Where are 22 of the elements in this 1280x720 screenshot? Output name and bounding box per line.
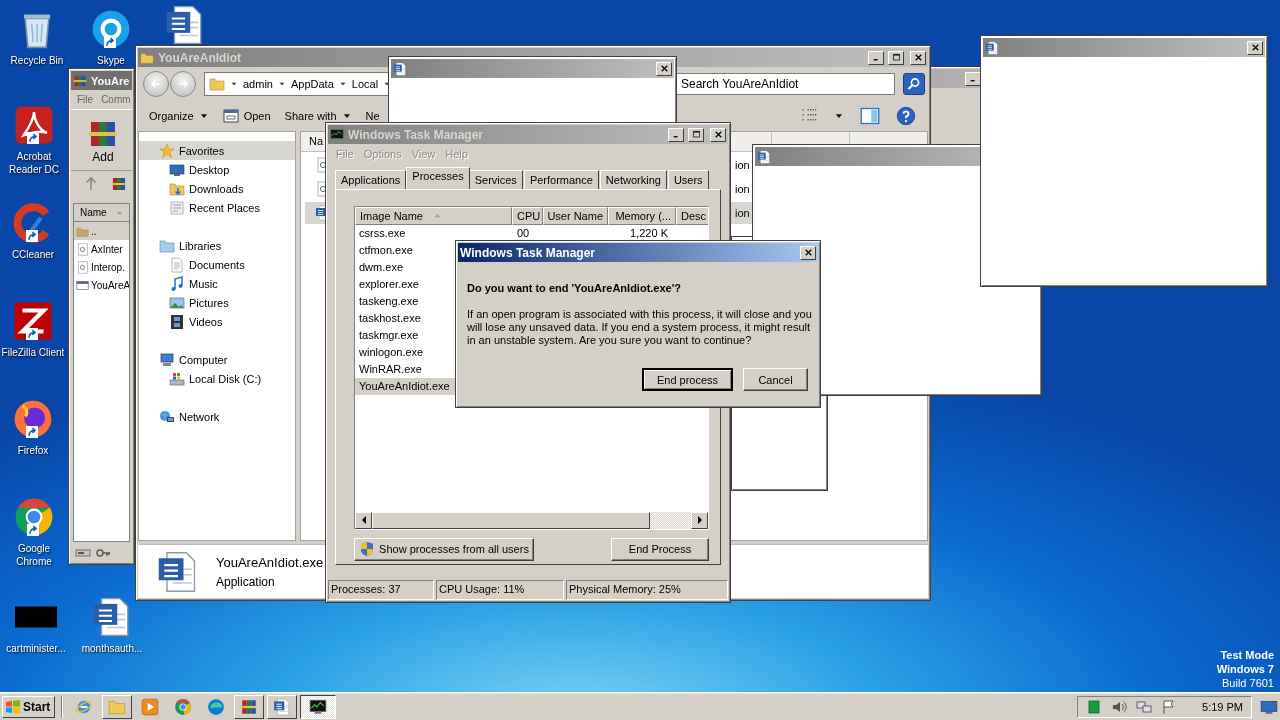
file-name: Interop.: [91, 261, 125, 273]
test-mode-text: Test Mode: [1220, 648, 1274, 662]
window-title: YouAre: [91, 74, 130, 87]
status-text: CPU Usage: 11%: [436, 580, 564, 600]
window-title: Windows Task Manager: [460, 245, 596, 260]
status-text: Processes: 37: [328, 580, 434, 600]
memory-value: 1,220 K: [629, 227, 669, 240]
file-name: ..: [91, 225, 97, 237]
test-mode-text: Build 7601: [1222, 676, 1274, 690]
dialog-question: Do you want to end 'YouAreAnIdiot.exe'?: [467, 282, 683, 294]
file-name: AxInter: [91, 243, 123, 255]
dialog-message: If an open program is associated with this process, it will close and you will lose any unsaved data. If you end a system process, it might result in an unstable system. Are you sure you want to continue?: [467, 308, 813, 347]
file-name: YouAreAnIdiot.exe: [216, 554, 324, 570]
window-title: YouAreAnIdiot: [158, 50, 242, 65]
cpu-value: 00: [516, 227, 531, 240]
window-title: Windows Task Manager: [348, 127, 484, 142]
file-type: ion: [735, 207, 750, 219]
file-type: ion: [735, 159, 750, 171]
status-text: Physical Memory: 25%: [566, 580, 728, 600]
test-mode-text: Windows 7: [1216, 662, 1274, 676]
file-type: ion: [735, 183, 750, 195]
file-type: Application: [216, 574, 276, 589]
